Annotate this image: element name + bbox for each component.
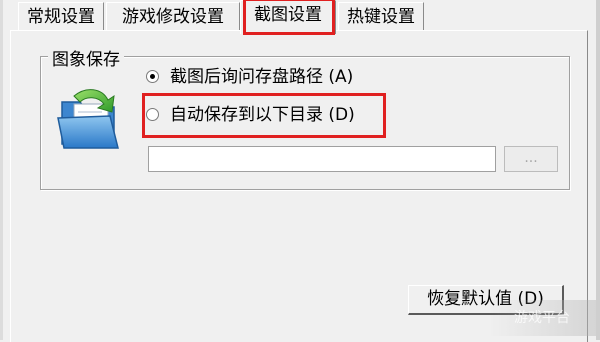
tab-game-modify-settings[interactable]: 游戏修改设置 xyxy=(106,2,240,30)
save-directory-input[interactable] xyxy=(148,146,496,172)
tab-general-settings[interactable]: 常规设置 xyxy=(18,2,104,30)
radio-auto-save[interactable] xyxy=(146,108,159,121)
radio-ask-path[interactable] xyxy=(146,70,159,83)
folder-save-arrow-icon xyxy=(52,82,126,154)
groupbox-title: 图象保存 xyxy=(48,45,124,70)
window-left-edge xyxy=(0,0,3,340)
radio-selected-dot xyxy=(150,74,155,79)
window-right-edge xyxy=(596,0,600,340)
watermark: 游戏平台 xyxy=(488,300,596,336)
tab-screenshot-settings[interactable]: 截图设置 xyxy=(240,0,336,34)
radio-auto-save-label: 自动保存到以下目录 (D) xyxy=(170,105,355,125)
browse-button[interactable]: ... xyxy=(504,146,558,172)
tab-hotkey-settings[interactable]: 热键设置 xyxy=(338,2,424,30)
radio-ask-path-label: 截图后询问存盘路径 (A) xyxy=(170,67,354,87)
